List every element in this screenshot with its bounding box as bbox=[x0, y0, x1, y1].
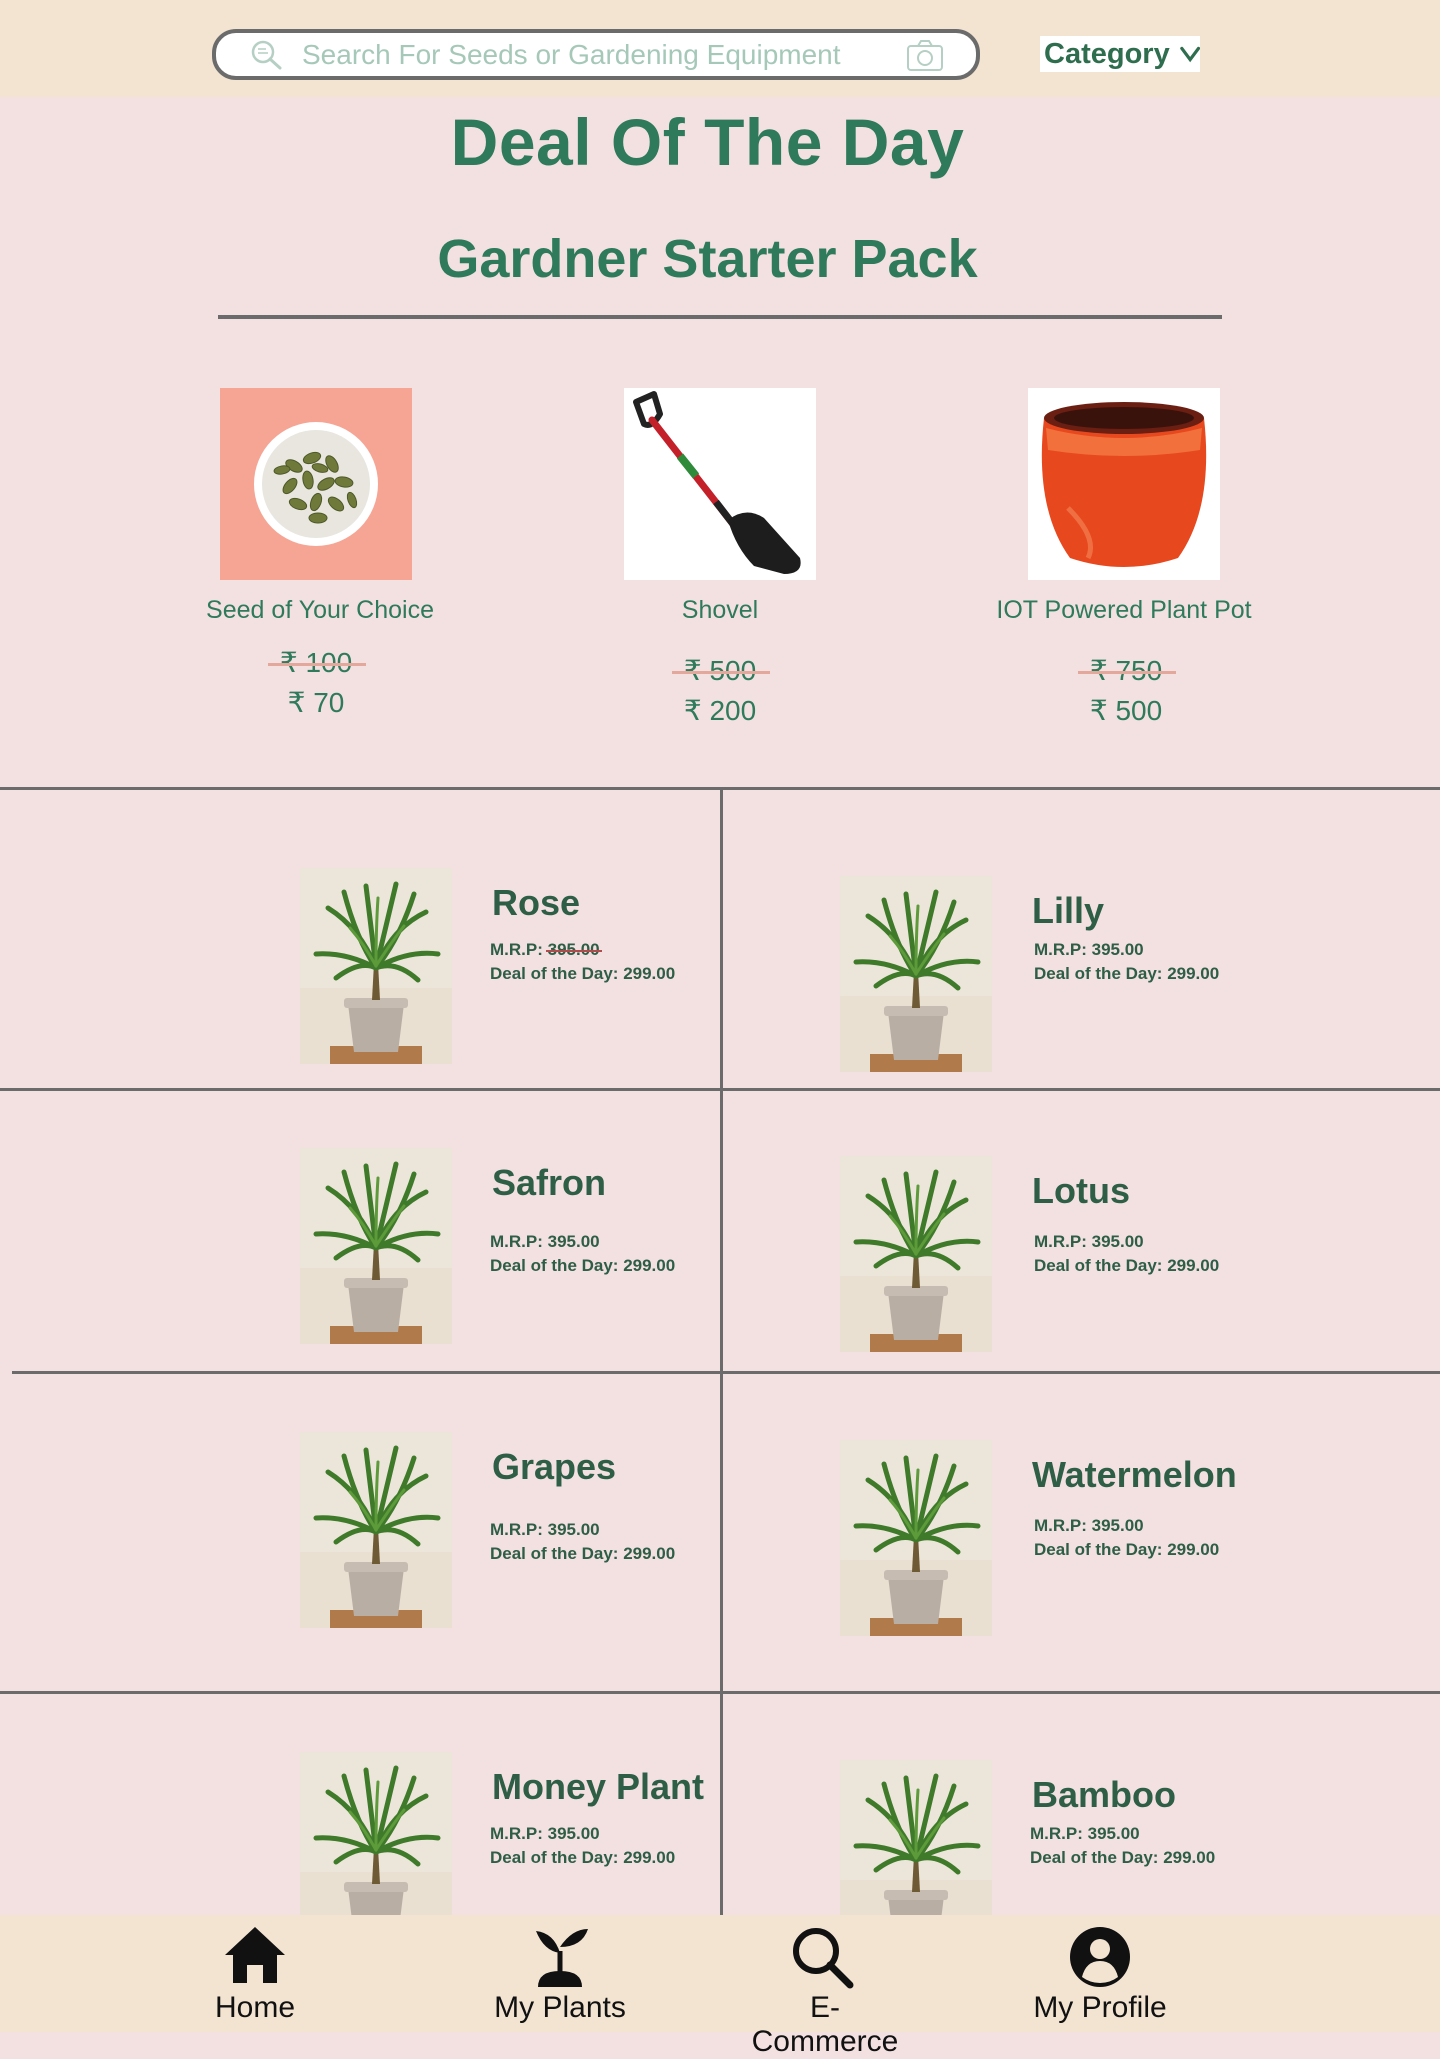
product-deal-price: Deal of the Day: 299.00 bbox=[1030, 1848, 1216, 1867]
grid-divider-vertical bbox=[720, 790, 723, 1915]
product-deal-price: Deal of the Day: 299.00 bbox=[490, 1256, 676, 1275]
product-card-watermelon[interactable] bbox=[840, 1440, 992, 1641]
product-card-lilly[interactable] bbox=[840, 876, 992, 1077]
chevron-down-icon bbox=[1179, 46, 1200, 63]
product-deal-price: Deal of the Day: 299.00 bbox=[490, 1848, 676, 1867]
pack-item-new-price: ₹ 70 bbox=[287, 687, 345, 718]
product-mrp: M.R.P: 395.00 bbox=[490, 1520, 600, 1539]
plant-image bbox=[840, 876, 992, 1072]
product-name: Grapes bbox=[492, 1446, 617, 1487]
product-name: Watermelon bbox=[1032, 1454, 1237, 1495]
product-card-money-plant[interactable] bbox=[300, 1752, 452, 1915]
pack-item-name: IOT Powered Plant Pot bbox=[996, 596, 1252, 624]
shovel-image bbox=[624, 388, 816, 580]
sprout-icon bbox=[536, 1929, 588, 1987]
product-name: Lotus bbox=[1032, 1170, 1130, 1211]
product-mrp: M.R.P: 395.00 bbox=[490, 1232, 600, 1251]
seed-image bbox=[220, 388, 412, 580]
grid-divider bbox=[12, 1371, 1440, 1374]
pack-item-seed[interactable] bbox=[220, 388, 412, 580]
nav-my-plants[interactable]: My Plants bbox=[480, 1915, 640, 2032]
product-deal-price: Deal of the Day: 299.00 bbox=[1034, 1540, 1220, 1559]
nav-ecommerce-label: E-Commerce bbox=[751, 1991, 899, 2058]
product-name: Bamboo bbox=[1032, 1774, 1176, 1815]
product-deal-price: Deal of the Day: 299.00 bbox=[1034, 1256, 1220, 1275]
product-card-rose[interactable] bbox=[300, 868, 452, 1069]
top-bar: Category bbox=[0, 0, 1440, 97]
search-input[interactable] bbox=[302, 37, 862, 73]
product-name: Lilly bbox=[1032, 890, 1105, 931]
nav-ecommerce[interactable]: E-Commerce bbox=[740, 1915, 910, 2058]
plant-image bbox=[840, 1760, 992, 1915]
plant-image bbox=[300, 1752, 452, 1915]
nav-my-profile-label: My Profile bbox=[1033, 1991, 1167, 2024]
product-deal-price: Deal of the Day: 299.00 bbox=[490, 964, 676, 983]
pack-item-old-price: ₹ 750 bbox=[1077, 655, 1177, 686]
category-dropdown[interactable]: Category bbox=[1040, 36, 1200, 72]
nav-home[interactable]: Home bbox=[180, 1915, 330, 2032]
product-deal-price: Deal of the Day: 299.00 bbox=[1034, 964, 1220, 983]
page-title: Deal Of The Day bbox=[450, 105, 965, 179]
pack-item-old-price: ₹ 500 bbox=[671, 655, 771, 686]
product-card-lotus[interactable] bbox=[840, 1156, 992, 1357]
nav-my-plants-label: My Plants bbox=[494, 1991, 626, 2024]
mrp-struck-value: 395.00 bbox=[545, 940, 602, 959]
pack-item-shovel[interactable] bbox=[624, 388, 816, 580]
nav-home-label: Home bbox=[214, 1991, 296, 2024]
pack-item-name: Seed of Your Choice bbox=[206, 596, 434, 624]
product-mrp: M.R.P: 395.00 bbox=[1034, 940, 1144, 959]
product-deal-price: Deal of the Day: 299.00 bbox=[490, 1544, 676, 1563]
camera-icon[interactable] bbox=[906, 38, 944, 72]
product-mrp: M.R.P: 395.00 bbox=[490, 1824, 600, 1843]
product-name: Rose bbox=[492, 882, 581, 923]
search-bar[interactable] bbox=[212, 29, 980, 80]
pack-divider bbox=[218, 315, 1222, 319]
product-mrp: M.R.P: 395.00 bbox=[1034, 1232, 1144, 1251]
plant-image bbox=[300, 868, 452, 1064]
plant-image bbox=[300, 1432, 452, 1628]
nav-my-profile[interactable]: My Profile bbox=[1020, 1915, 1180, 2032]
search-icon bbox=[251, 40, 282, 70]
product-name: Safron bbox=[492, 1162, 607, 1203]
pack-item-new-price: ₹ 500 bbox=[1089, 695, 1163, 726]
pot-image bbox=[1028, 388, 1220, 580]
product-mrp: M.R.P: 395.00 bbox=[1030, 1824, 1140, 1843]
home-icon bbox=[225, 1927, 285, 1983]
pack-item-pot[interactable] bbox=[1028, 388, 1220, 580]
product-card-safron[interactable] bbox=[300, 1148, 452, 1349]
plant-image bbox=[840, 1156, 992, 1352]
category-label: Category bbox=[1044, 37, 1170, 70]
product-mrp: M.R.P: 395.00 bbox=[1034, 1516, 1144, 1535]
pack-item-name: Shovel bbox=[681, 596, 759, 624]
search-icon bbox=[793, 1928, 854, 1989]
bottom-nav: Home My Plants E-Commerce My Profile bbox=[0, 1915, 1440, 2058]
profile-icon bbox=[1070, 1927, 1130, 1987]
product-mrp: M.R.P: 395.00 bbox=[490, 940, 602, 959]
pack-item-new-price: ₹ 200 bbox=[683, 695, 757, 726]
pack-item-old-price: ₹ 100 bbox=[267, 647, 367, 678]
plant-image bbox=[840, 1440, 992, 1636]
product-name: Money Plant bbox=[492, 1766, 705, 1807]
product-card-bamboo[interactable] bbox=[840, 1760, 992, 1915]
plant-image bbox=[300, 1148, 452, 1344]
product-card-grapes[interactable] bbox=[300, 1432, 452, 1633]
pack-title: Gardner Starter Pack bbox=[437, 229, 978, 289]
